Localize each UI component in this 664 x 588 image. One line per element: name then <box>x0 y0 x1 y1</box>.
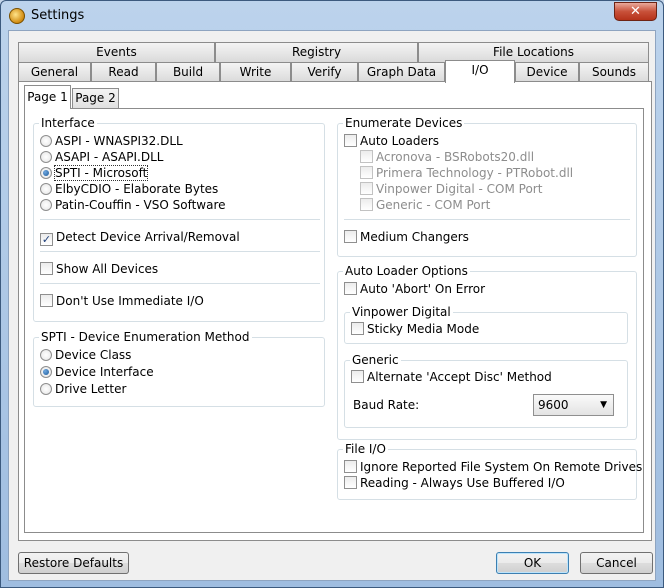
checkbox-icon <box>344 134 357 147</box>
tab-io[interactable]: I/O <box>445 60 515 83</box>
checkbox-icon <box>360 150 373 163</box>
radio-patin-couffin[interactable]: Patin-Couffin - VSO Software <box>40 198 226 214</box>
checkbox-icon <box>40 262 53 275</box>
radio-button-icon <box>40 383 52 395</box>
medium-changers-checkbox[interactable]: Medium Changers <box>344 230 469 246</box>
page-1-panel: Interface ASPI - WNASPI32.DLL ASAPI - AS… <box>24 108 644 533</box>
checkbox-icon <box>344 230 357 243</box>
tab-events[interactable]: Events <box>18 42 215 62</box>
tab-read[interactable]: Read <box>91 62 156 82</box>
tab-build[interactable]: Build <box>156 62 220 82</box>
loader-primera-checkbox[interactable]: Primera Technology - PTRobot.dll <box>360 166 573 182</box>
radio-button-icon <box>40 199 52 211</box>
loader-vinpower-checkbox[interactable]: Vinpower Digital - COM Port <box>360 182 542 198</box>
window-title: Settings <box>31 8 85 23</box>
radio-button-icon <box>40 135 52 147</box>
checkbox-icon <box>360 166 373 179</box>
enumerate-devices-group: Enumerate Devices Auto Loaders Acronova … <box>337 116 637 257</box>
no-immediate-io-checkbox[interactable]: Don't Use Immediate I/O <box>40 294 204 310</box>
radio-spti[interactable]: SPTI - Microsoft <box>40 165 149 182</box>
divider <box>40 283 320 284</box>
show-all-devices-checkbox[interactable]: Show All Devices <box>40 262 158 278</box>
auto-loader-options-title: Auto Loader Options <box>343 264 470 278</box>
app-icon <box>9 8 25 24</box>
divider <box>40 219 320 220</box>
generic-title: Generic <box>350 353 401 367</box>
radio-device-class[interactable]: Device Class <box>40 348 131 364</box>
dialog-client-area: Events Registry File Locations General R… <box>8 30 656 581</box>
radio-device-interface[interactable]: Device Interface <box>40 365 154 381</box>
tab-device[interactable]: Device <box>515 62 579 82</box>
title-bar: Settings ✕ <box>1 1 663 31</box>
checkbox-icon <box>40 294 53 307</box>
radio-button-icon <box>40 183 52 195</box>
subtab-page-2[interactable]: Page 2 <box>72 88 119 108</box>
divider <box>344 219 630 220</box>
baud-rate-dropdown[interactable]: 9600 ▼ <box>533 394 614 416</box>
ignore-file-system-checkbox[interactable]: Ignore Reported File System On Remote Dr… <box>344 460 642 476</box>
tab-sounds[interactable]: Sounds <box>579 62 649 82</box>
tab-write[interactable]: Write <box>220 62 291 82</box>
tab-graph-data[interactable]: Graph Data <box>358 62 445 82</box>
spti-enumeration-group: SPTI - Device Enumeration Method Device … <box>33 330 325 407</box>
radio-elbycdio[interactable]: ElbyCDIO - Elaborate Bytes <box>40 182 218 198</box>
abort-on-error-checkbox[interactable]: Auto 'Abort' On Error <box>344 282 485 298</box>
interface-title: Interface <box>39 116 97 130</box>
subtab-page-1[interactable]: Page 1 <box>24 85 71 109</box>
tab-registry[interactable]: Registry <box>215 42 418 62</box>
loader-acronova-checkbox[interactable]: Acronova - BSRobots20.dll <box>360 150 534 166</box>
baud-rate-label: Baud Rate: <box>353 398 420 412</box>
vinpower-digital-group: Vinpower Digital Sticky Media Mode <box>344 305 628 344</box>
buffered-io-checkbox[interactable]: Reading - Always Use Buffered I/O <box>344 476 565 492</box>
radio-selected-icon <box>40 167 52 179</box>
vinpower-digital-title: Vinpower Digital <box>350 305 453 319</box>
sticky-media-mode-checkbox[interactable]: Sticky Media Mode <box>351 322 479 338</box>
checkbox-icon <box>351 370 364 383</box>
checkbox-icon <box>360 182 373 195</box>
close-button[interactable]: ✕ <box>614 2 657 21</box>
divider <box>40 251 320 252</box>
io-tab-panel: Page 1 Page 2 Interface ASPI - WNASPI32.… <box>18 81 652 541</box>
file-io-title: File I/O <box>343 442 388 456</box>
radio-selected-icon <box>40 366 52 378</box>
radio-drive-letter[interactable]: Drive Letter <box>40 382 126 398</box>
interface-group: Interface ASPI - WNASPI32.DLL ASAPI - AS… <box>33 116 325 322</box>
loader-generic-checkbox[interactable]: Generic - COM Port <box>360 198 490 214</box>
tab-verify[interactable]: Verify <box>291 62 358 82</box>
settings-window: Settings ✕ Events Registry File Location… <box>0 0 664 588</box>
radio-button-icon <box>40 151 52 163</box>
cancel-button[interactable]: Cancel <box>580 552 653 574</box>
file-io-group: File I/O Ignore Reported File System On … <box>337 442 642 500</box>
checkbox-icon <box>360 198 373 211</box>
detect-arrival-checkbox[interactable]: ✓ Detect Device Arrival/Removal <box>40 230 240 246</box>
checkbox-icon <box>344 282 357 295</box>
checkbox-icon <box>351 322 364 335</box>
checkbox-icon <box>344 476 357 489</box>
restore-defaults-button[interactable]: Restore Defaults <box>18 552 129 574</box>
generic-group: Generic Alternate 'Accept Disc' Method B… <box>344 353 628 428</box>
enumerate-devices-title: Enumerate Devices <box>343 116 465 130</box>
checkmark-icon: ✓ <box>40 233 53 246</box>
auto-loader-options-group: Auto Loader Options Auto 'Abort' On Erro… <box>337 264 637 440</box>
alternate-accept-disc-checkbox[interactable]: Alternate 'Accept Disc' Method <box>351 370 552 386</box>
tab-general[interactable]: General <box>18 62 91 82</box>
tab-row-bottom: General Read Build Write Verify Graph Da… <box>18 60 652 83</box>
baud-rate-value: 9600 <box>538 398 569 412</box>
tab-file-locations[interactable]: File Locations <box>418 42 649 62</box>
auto-loaders-checkbox[interactable]: Auto Loaders <box>344 134 439 150</box>
ok-button[interactable]: OK <box>496 552 569 574</box>
checkbox-icon <box>344 460 357 473</box>
tab-row-top: Events Registry File Locations <box>18 42 652 62</box>
spti-enumeration-title: SPTI - Device Enumeration Method <box>39 330 252 344</box>
radio-button-icon <box>40 349 52 361</box>
chevron-down-icon: ▼ <box>600 400 607 410</box>
radio-aspi[interactable]: ASPI - WNASPI32.DLL <box>40 134 183 150</box>
radio-asapi[interactable]: ASAPI - ASAPI.DLL <box>40 150 163 166</box>
